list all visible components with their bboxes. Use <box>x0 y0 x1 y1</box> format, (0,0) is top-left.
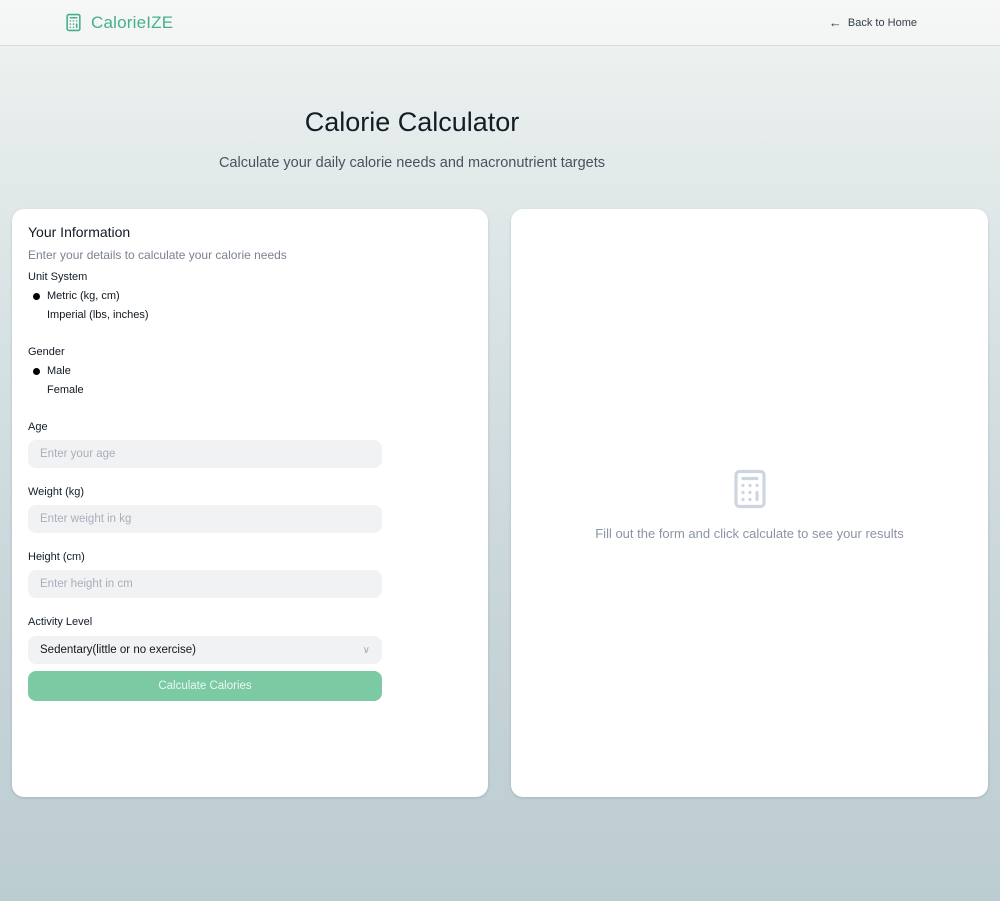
calculator-icon <box>64 13 83 32</box>
page-subtitle: Calculate your daily calorie needs and m… <box>218 155 606 171</box>
calculator-icon <box>729 466 771 512</box>
radio-male-label[interactable]: Male <box>47 365 71 377</box>
radio-imperial[interactable]: Imperial (lbs, inches) <box>28 308 382 322</box>
weight-input[interactable] <box>28 505 382 533</box>
brand-name: CalorieIZE <box>91 12 174 32</box>
form-title: Your Information <box>28 224 131 240</box>
results-card: Fill out the form and click calculate to… <box>511 209 988 797</box>
unit-system-label: Unit System <box>28 271 88 283</box>
radio-male[interactable]: Male <box>28 364 382 378</box>
radio-female-label[interactable]: Female <box>47 384 84 396</box>
activity-level-select[interactable]: Sedentary(little or no exercise) ∨ <box>28 636 382 664</box>
age-input[interactable] <box>28 440 382 468</box>
radio-metric-label[interactable]: Metric (kg, cm) <box>47 290 120 302</box>
hero-section: Calorie Calculator Calculate your daily … <box>0 107 824 171</box>
form: Unit System Metric (kg, cm) Imperial (lb… <box>28 271 382 701</box>
form-description: Enter your details to calculate your cal… <box>28 248 287 262</box>
main-content: Your Information Enter your details to c… <box>0 209 1000 797</box>
weight-label: Weight (kg) <box>28 486 85 498</box>
radio-male-dot[interactable] <box>30 365 43 378</box>
left-arrow-icon: ← <box>828 15 842 30</box>
your-information-card: Your Information Enter your details to c… <box>12 209 488 797</box>
app-header: CalorieIZE ← Back to Home <box>0 0 1000 46</box>
radio-imperial-label[interactable]: Imperial (lbs, inches) <box>47 309 148 321</box>
radio-imperial-dot[interactable] <box>30 309 43 322</box>
results-empty-state-text: Fill out the form and click calculate to… <box>595 525 904 541</box>
chevron-down-icon: ∨ <box>362 644 370 656</box>
activity-level-label: Activity Level <box>28 616 93 628</box>
activity-level-selected-option: Sedentary(little or no exercise) <box>40 644 196 656</box>
age-label: Age <box>28 421 48 433</box>
calculate-calories-button[interactable]: Calculate Calories <box>28 671 382 701</box>
radio-metric-dot[interactable] <box>30 290 43 303</box>
radio-female-dot[interactable] <box>30 384 43 397</box>
back-to-home-label: Back to Home <box>847 16 917 29</box>
brand-logo[interactable]: CalorieIZE <box>64 13 173 33</box>
page-title: Calorie Calculator <box>304 107 520 137</box>
height-label: Height (cm) <box>28 551 85 563</box>
height-input[interactable] <box>28 570 382 598</box>
gender-label: Gender <box>28 346 65 358</box>
radio-female[interactable]: Female <box>28 383 382 397</box>
back-to-home-link[interactable]: ← Back to Home <box>829 16 917 29</box>
radio-metric[interactable]: Metric (kg, cm) <box>28 289 382 303</box>
